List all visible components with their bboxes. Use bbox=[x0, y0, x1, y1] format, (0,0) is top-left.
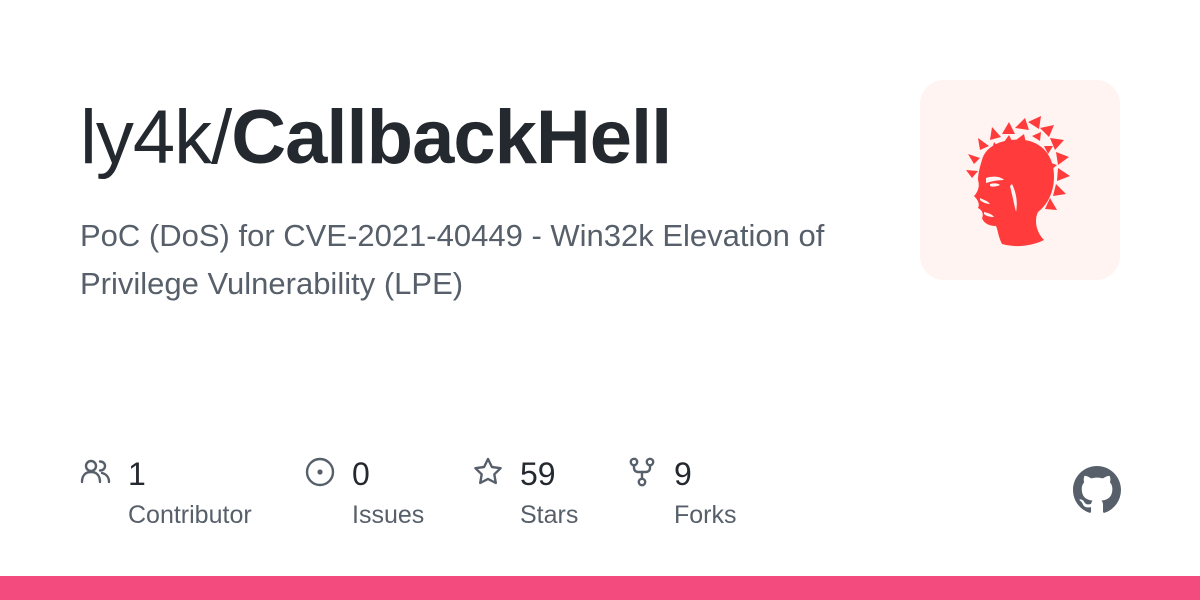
red-head-profile-icon bbox=[966, 116, 1070, 247]
repo-social-card: ly4k/CallbackHell PoC (DoS) for CVE-2021… bbox=[0, 0, 1200, 600]
repo-name[interactable]: CallbackHell bbox=[231, 95, 672, 180]
stat-forks-label: Forks bbox=[674, 501, 737, 529]
language-bar bbox=[0, 576, 1200, 600]
stat-contributors-label: Contributor bbox=[128, 501, 252, 529]
stat-issues-label: Issues bbox=[352, 501, 425, 529]
repo-description: PoC (DoS) for CVE-2021-40449 - Win32k El… bbox=[80, 218, 825, 301]
github-mark-icon[interactable] bbox=[1073, 466, 1121, 514]
repo-owner[interactable]: ly4k/ bbox=[80, 95, 232, 180]
stat-contributors-value: 1 bbox=[128, 456, 146, 492]
repo-forked-icon bbox=[626, 456, 658, 488]
repo-title[interactable]: ly4k/CallbackHell bbox=[80, 88, 672, 188]
owner-avatar[interactable] bbox=[920, 80, 1120, 280]
stat-stars-value: 59 bbox=[520, 456, 556, 492]
stat-issues-value: 0 bbox=[352, 456, 370, 492]
stat-forks-value: 9 bbox=[674, 456, 692, 492]
issue-opened-icon bbox=[304, 456, 336, 488]
stat-stars-label: Stars bbox=[520, 501, 579, 529]
star-icon bbox=[472, 456, 504, 488]
people-icon bbox=[80, 456, 112, 488]
